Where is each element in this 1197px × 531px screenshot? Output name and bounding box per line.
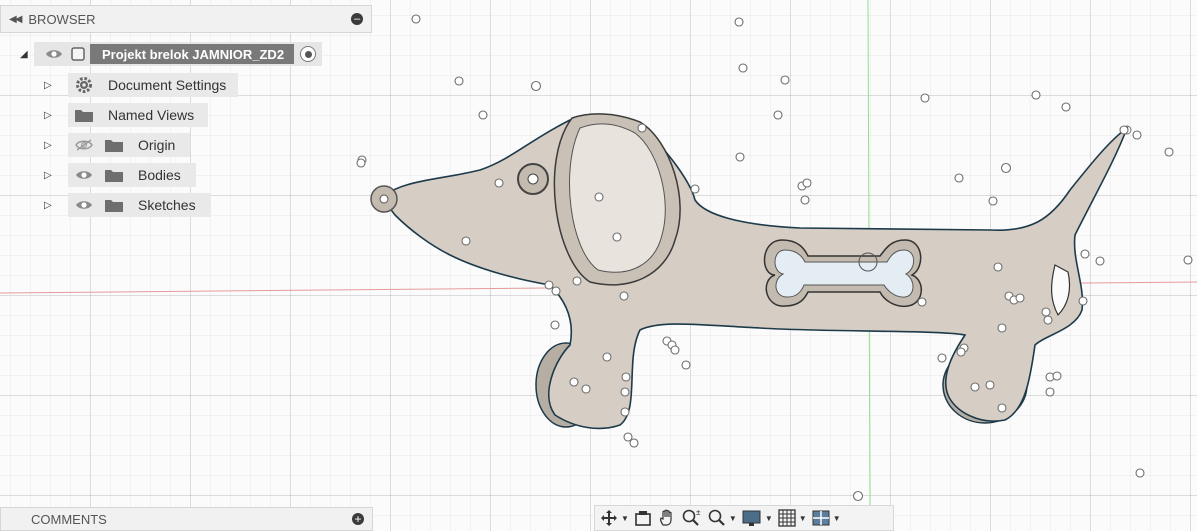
grid-icon <box>778 509 796 527</box>
active-radio-icon[interactable] <box>300 46 317 62</box>
browser-title: BROWSER <box>28 11 96 27</box>
orbit-caret-icon[interactable]: ▼ <box>621 514 629 523</box>
eye-hidden-icon[interactable] <box>72 133 96 157</box>
folder-icon <box>102 133 126 157</box>
folder-icon <box>102 193 126 217</box>
display-settings-button[interactable]: ▼ <box>741 507 773 529</box>
orbit-icon <box>601 510 617 526</box>
eye-icon[interactable] <box>72 163 96 187</box>
viewports-button[interactable]: ▼ <box>811 507 841 529</box>
named-views-node[interactable]: Named Views <box>68 103 208 127</box>
named-views-label: Named Views <box>108 107 195 123</box>
dog-body[interactable] <box>380 119 1129 430</box>
navigation-toolbar: ▼ ± ▼ ▼ ▼ ▼ <box>594 505 894 531</box>
root-label: Projekt brelok JAMNIOR_ZD2 <box>90 44 295 64</box>
document-settings-node[interactable]: Document Settings <box>68 73 238 97</box>
zoom-icon: ± <box>682 508 701 526</box>
nose-center <box>379 194 389 204</box>
look-at-button[interactable] <box>633 507 653 529</box>
folder-icon <box>72 103 96 127</box>
gear-icon <box>72 73 96 97</box>
viewports-icon <box>812 510 830 526</box>
add-comment-icon[interactable]: + <box>352 513 364 525</box>
grid-caret-icon[interactable]: ▼ <box>799 514 807 523</box>
fit-button[interactable]: ▼ <box>707 507 737 529</box>
fit-caret-icon[interactable]: ▼ <box>729 514 737 523</box>
browser-panel: ◀◀ BROWSER – <box>0 5 372 33</box>
pan-button[interactable] <box>657 507 677 529</box>
folder-icon <box>102 163 126 187</box>
document-settings-label: Document Settings <box>108 77 227 93</box>
display-caret-icon[interactable]: ▼ <box>765 514 773 523</box>
tree-item-origin[interactable]: ▷ Origin <box>44 133 190 157</box>
origin-label: Origin <box>138 137 176 153</box>
eye-icon[interactable] <box>72 193 96 217</box>
minimize-icon[interactable]: – <box>351 13 363 25</box>
expand-down-icon[interactable]: ◢ <box>20 49 34 60</box>
document-icon <box>66 42 90 66</box>
grid-button[interactable]: ▼ <box>777 507 807 529</box>
expand-right-icon[interactable]: ▷ <box>44 80 58 91</box>
browser-header[interactable]: ◀◀ BROWSER – <box>0 5 372 33</box>
eye-icon[interactable] <box>42 42 66 66</box>
pan-icon <box>659 509 672 526</box>
orbit-button[interactable]: ▼ <box>599 507 629 529</box>
look-at-icon <box>635 511 651 526</box>
bodies-node[interactable]: Bodies <box>68 163 196 187</box>
eye-center <box>527 173 539 185</box>
sketches-node[interactable]: Sketches <box>68 193 211 217</box>
bodies-label: Bodies <box>138 167 181 183</box>
root-node[interactable]: Projekt brelok JAMNIOR_ZD2 <box>34 42 323 66</box>
sketches-label: Sketches <box>138 197 196 213</box>
expand-right-icon[interactable]: ▷ <box>44 140 58 151</box>
comments-title: COMMENTS <box>31 511 107 527</box>
tree-item-sketches[interactable]: ▷ Sketches <box>44 193 211 217</box>
origin-node[interactable]: Origin <box>68 133 190 157</box>
tree-item-named-views[interactable]: ▷ Named Views <box>44 103 208 127</box>
fit-icon <box>708 509 725 526</box>
expand-right-icon[interactable]: ▷ <box>44 110 58 121</box>
display-settings-icon <box>742 510 761 526</box>
collapse-panel-icon[interactable]: ◀◀ <box>9 14 22 25</box>
expand-right-icon[interactable]: ▷ <box>44 200 58 211</box>
expand-right-icon[interactable]: ▷ <box>44 170 58 181</box>
comments-panel[interactable]: COMMENTS + <box>0 507 373 531</box>
zoom-button[interactable]: ± <box>681 507 703 529</box>
tree-item-document-settings[interactable]: ▷ Document Settings <box>44 73 238 97</box>
svg-text:±: ± <box>696 508 701 517</box>
tree-root-row[interactable]: ◢ Projekt brelok JAMNIOR_ZD2 <box>20 42 323 66</box>
viewports-caret-icon[interactable]: ▼ <box>833 514 841 523</box>
tree-item-bodies[interactable]: ▷ Bodies <box>44 163 196 187</box>
